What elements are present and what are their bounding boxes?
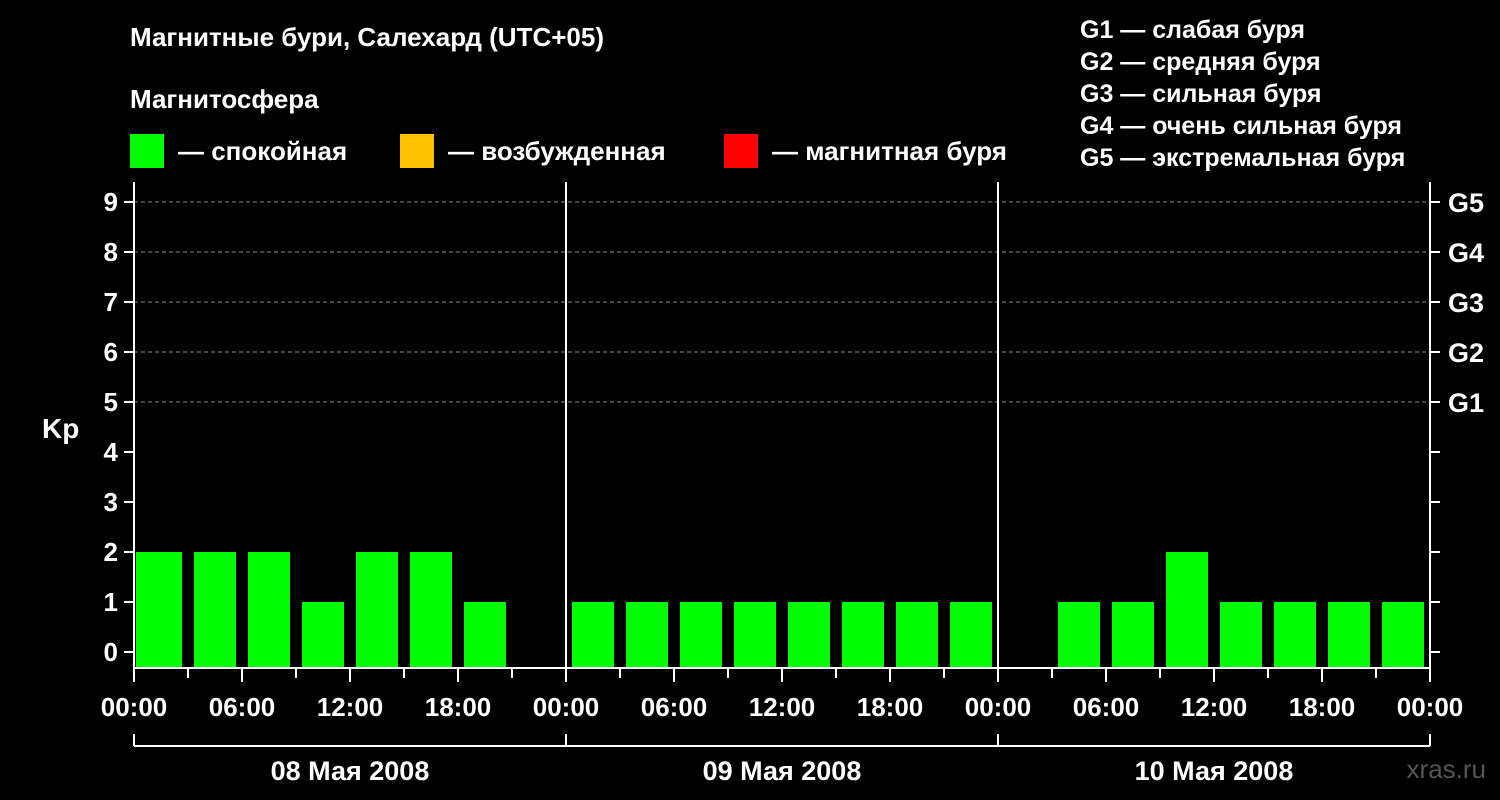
- kp-bar: [1274, 602, 1316, 668]
- g-axis-label: G5: [1448, 188, 1484, 218]
- x-tick-label: 12:00: [317, 692, 384, 722]
- x-tick-label: 06:00: [209, 692, 276, 722]
- y-tick-label: 0: [104, 637, 118, 667]
- kp-bar: [1166, 552, 1208, 668]
- kp-bar: [410, 552, 452, 668]
- y-tick-label: 8: [104, 237, 118, 267]
- y-tick-label: 9: [104, 187, 118, 217]
- x-tick-label: 18:00: [425, 692, 492, 722]
- x-tick-label: 12:00: [749, 692, 816, 722]
- kp-bar: [194, 552, 236, 668]
- y-tick-label: 1: [104, 587, 118, 617]
- kp-bar: [1220, 602, 1262, 668]
- x-tick-label: 00:00: [965, 692, 1032, 722]
- day-label: 09 Мая 2008: [703, 756, 862, 786]
- x-tick-label: 18:00: [1289, 692, 1356, 722]
- g-axis-label: G1: [1448, 388, 1484, 418]
- kp-bar: [626, 602, 668, 668]
- x-tick-label: 00:00: [101, 692, 168, 722]
- y-tick-label: 3: [104, 487, 118, 517]
- y-tick-label: 7: [104, 287, 118, 317]
- kp-bar: [572, 602, 614, 668]
- y-tick-label: 5: [104, 387, 118, 417]
- x-tick-label: 18:00: [857, 692, 924, 722]
- y-axis-title: Kp: [42, 413, 79, 444]
- kp-bar: [136, 552, 182, 668]
- x-tick-label: 06:00: [641, 692, 708, 722]
- y-tick-label: 4: [104, 437, 119, 467]
- watermark: xras.ru: [1406, 754, 1486, 784]
- kp-bar-chart: 0 1 2 3 4 5 6 7 8 9 G1 G2 G3 G4 G5 Kp 00:00 06:00 12:00 18:…: [42, 182, 1484, 786]
- g-axis-label: G3: [1448, 288, 1484, 318]
- kp-bar: [734, 602, 776, 668]
- kp-bar: [1112, 602, 1154, 668]
- g-axis-label: G4: [1448, 238, 1484, 268]
- kp-bar: [302, 602, 344, 668]
- kp-bar: [788, 602, 830, 668]
- y-tick-label: 2: [104, 537, 118, 567]
- kp-bar: [248, 552, 290, 668]
- kp-bar: [680, 602, 722, 668]
- kp-bar: [1328, 602, 1370, 668]
- y-tick-label: 6: [104, 337, 118, 367]
- day-label: 08 Мая 2008: [271, 756, 430, 786]
- x-tick-label: 00:00: [533, 692, 600, 722]
- x-tick-label: 06:00: [1073, 692, 1140, 722]
- kp-bar: [1382, 602, 1424, 668]
- kp-bar: [1058, 602, 1100, 668]
- x-tick-label: 12:00: [1181, 692, 1248, 722]
- x-tick-label: 00:00: [1397, 692, 1464, 722]
- kp-bar: [896, 602, 938, 668]
- kp-bar: [356, 552, 398, 668]
- day-label: 10 Мая 2008: [1135, 756, 1294, 786]
- kp-bar: [950, 602, 992, 668]
- kp-bar: [842, 602, 884, 668]
- kp-bar: [464, 602, 506, 668]
- g-axis-label: G2: [1448, 338, 1484, 368]
